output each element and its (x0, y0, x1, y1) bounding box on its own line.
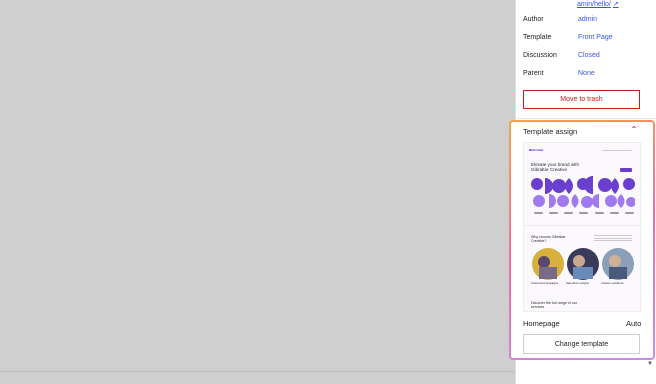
canvas-footer-divider (0, 371, 515, 372)
template-label: Template (523, 34, 552, 41)
preview-caption-2: Data-driven insights (566, 282, 589, 285)
chevron-up-icon[interactable]: ⌃ (629, 125, 639, 135)
preview-cta (620, 168, 632, 172)
author-row: Author admin (523, 16, 643, 28)
external-link-icon: ↗ (612, 1, 619, 8)
discussion-row: Discussion Closed (523, 52, 643, 64)
permalink-link[interactable]: amin/hello/↗ (577, 0, 619, 8)
preview-caption-1: Customized campaigns (531, 282, 558, 285)
discussion-value[interactable]: Closed (578, 52, 600, 59)
preview-nav (602, 150, 632, 151)
preview-bottom-heading: Discover the full range of our services (531, 301, 577, 309)
parent-value[interactable]: None (578, 70, 595, 77)
parent-row: Parent None (523, 70, 643, 82)
sidebar-divider (516, 118, 656, 119)
move-to-trash-button[interactable]: Move to trash (523, 90, 640, 109)
preview-paragraph (594, 235, 632, 243)
author-value[interactable]: admin (578, 16, 597, 23)
preview-section-divider (524, 225, 640, 226)
discussion-label: Discussion (523, 52, 557, 59)
change-template-button[interactable]: Change template (523, 334, 640, 354)
preview-logo: Gibraltar (531, 148, 544, 152)
template-value[interactable]: Front Page (578, 34, 613, 41)
preview-pattern (531, 176, 635, 208)
preview-photos (532, 248, 634, 280)
author-label: Author (523, 16, 544, 23)
preview-section-heading: Why choose Gibraltar Creative? (531, 235, 566, 243)
preview-client-logos (534, 212, 634, 216)
panel-title: Template assign (523, 127, 578, 136)
template-row: Template Front Page (523, 34, 643, 46)
template-preview[interactable]: Gibraltar Elevate your brand with Gibral… (523, 142, 641, 312)
editor-canvas[interactable] (0, 0, 515, 384)
scroll-down-icon[interactable]: ▼ (647, 361, 653, 367)
parent-label: Parent (523, 70, 544, 77)
preview-caption-3: Creative excellence (601, 282, 624, 285)
preview-headline: Elevate your brand with Gibraltar Creati… (531, 162, 580, 172)
template-name: Homepage (523, 319, 560, 328)
template-mode: Auto (626, 319, 642, 328)
